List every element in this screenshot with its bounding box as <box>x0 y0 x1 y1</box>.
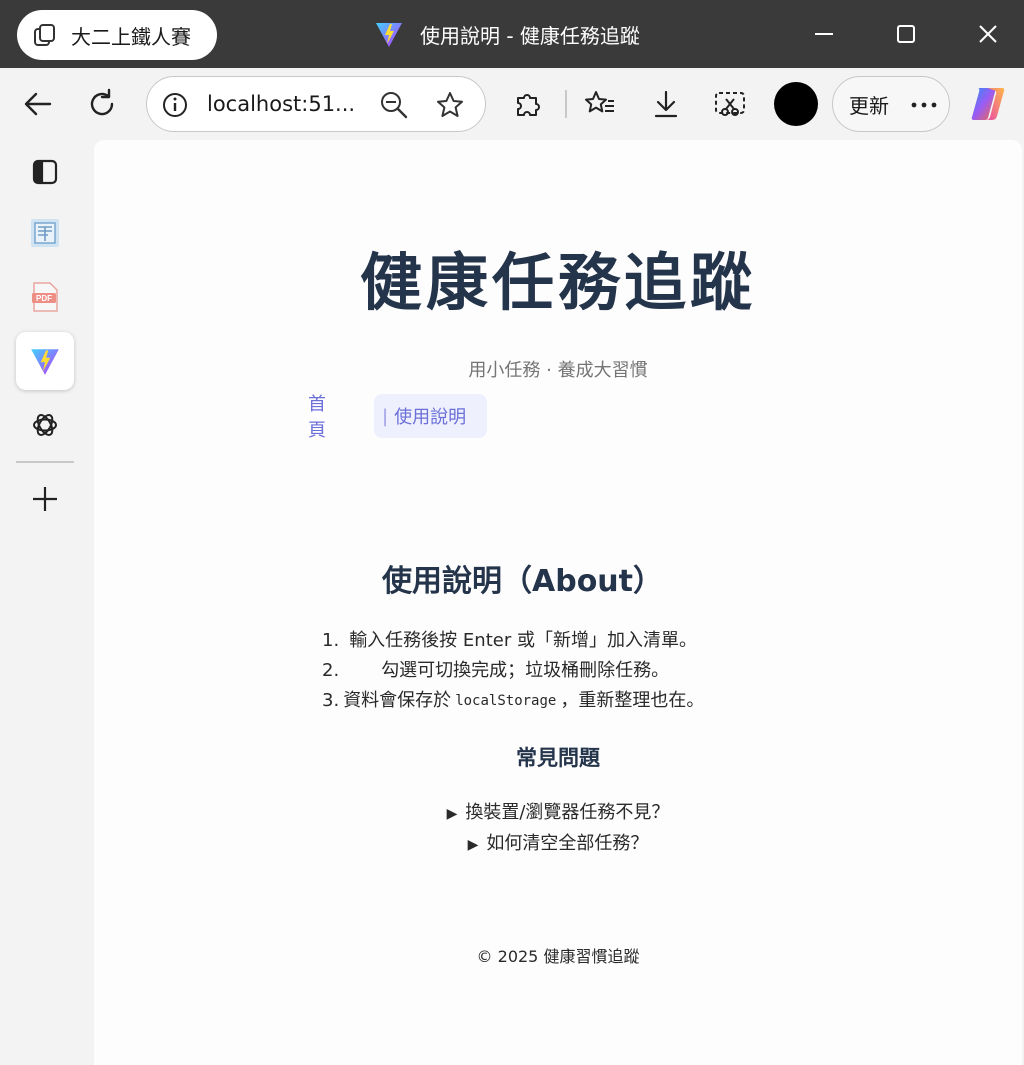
faq-item[interactable]: ▶ 換裝置/瀏覽器任務不見？ <box>94 798 1022 829</box>
url-text[interactable]: localhost:51... <box>207 92 355 116</box>
faq-list: ▶ 換裝置/瀏覽器任務不見？ ▶ 如何清空全部任務？ <box>94 798 1022 860</box>
nav-separator: | <box>382 405 389 427</box>
nav-about-link[interactable]: | 使用說明 <box>374 394 487 438</box>
tab-title: 使用說明 - 健康任務追蹤 <box>420 23 640 48</box>
step-text: 勾選可切換完成；垃圾桶刪除任務。 <box>381 660 670 681</box>
faq-item[interactable]: ▶ 如何清空全部任務？ <box>94 829 1022 860</box>
copilot-icon[interactable] <box>968 82 1012 126</box>
refresh-icon <box>90 88 114 116</box>
close-icon <box>979 25 997 43</box>
download-icon <box>654 90 678 118</box>
zoom-out-icon[interactable] <box>379 90 409 120</box>
nav-about-label: 使用說明 <box>394 407 467 428</box>
list-item: 1. 輸入任務後按 Enter 或「新增」加入清單。 <box>322 626 704 656</box>
step-text: ，重新整理也在。 <box>560 690 705 711</box>
star-icon[interactable] <box>435 90 465 120</box>
minimize-button[interactable] <box>806 16 842 52</box>
document-app-icon <box>31 219 59 247</box>
site-subtitle: 用小任務 · 養成大習慣 <box>468 360 648 381</box>
faq-question: 換裝置/瀏覽器任務不見？ <box>465 802 670 823</box>
list-item: 2. 勾選可切換完成；垃圾桶刪除任務。 <box>322 656 704 686</box>
tab-actions-icon <box>34 24 55 46</box>
extensions-button[interactable] <box>508 84 548 124</box>
maximize-icon <box>897 25 915 43</box>
browser-toolbar: localhost:51... 更新 <box>0 68 1024 140</box>
account-avatar[interactable] <box>774 82 818 126</box>
title-bar: 大二上鐵人賽 使用說明 - 健康任務追蹤 <box>0 0 1024 68</box>
svg-text:PDF: PDF <box>36 294 52 303</box>
close-button[interactable] <box>970 16 1006 52</box>
sidebar-vite-app[interactable] <box>16 332 74 390</box>
extensions-icon <box>517 94 540 116</box>
sidebar-vertical-tabs[interactable] <box>16 143 74 201</box>
refresh-button[interactable] <box>82 84 122 124</box>
window-title: 使用說明 - 健康任務追蹤 <box>374 18 640 50</box>
sidebar-pdf[interactable]: PDF <box>16 268 74 326</box>
page-content: 健康任務追蹤 用小任務 · 養成大習慣 首頁 | 使用說明 使用說明（About… <box>94 140 1022 1065</box>
sidebar-divider <box>16 461 74 463</box>
address-bar[interactable]: localhost:51... <box>146 76 486 132</box>
step-number: 1. <box>322 630 340 651</box>
site-title: 健康任務追蹤 <box>359 246 756 319</box>
step-number: 3. <box>322 690 340 711</box>
step-text: 資料會保存於 <box>343 690 452 711</box>
code-snippet: localStorage <box>455 693 557 709</box>
step-number: 2. <box>322 660 340 681</box>
chatgpt-icon <box>33 414 57 436</box>
downloads-button[interactable] <box>646 84 686 124</box>
faq-heading: 常見問題 <box>516 746 600 770</box>
edge-sidebar: PDF <box>0 140 92 1065</box>
profile-button[interactable]: 大二上鐵人賽 <box>17 10 217 60</box>
maximize-button[interactable] <box>888 16 924 52</box>
step-text: 輸入任務後按 Enter 或「新增」加入清單。 <box>349 630 697 651</box>
list-item: 3. 資料會保存於 localStorage ，重新整理也在。 <box>322 686 704 716</box>
screenshot-button[interactable] <box>710 84 750 124</box>
minimize-icon <box>815 33 833 35</box>
favorites-icon <box>585 91 614 113</box>
faq-question: 如何清空全部任務？ <box>486 833 649 854</box>
info-icon[interactable] <box>161 91 189 119</box>
update-button[interactable]: 更新 <box>832 76 950 132</box>
add-icon <box>33 487 57 511</box>
sidebar-chatgpt[interactable] <box>16 396 74 454</box>
vertical-tabs-icon <box>32 159 58 185</box>
profile-name: 大二上鐵人賽 <box>71 24 191 49</box>
update-label: 更新 <box>849 93 889 118</box>
about-heading: 使用說明（About） <box>382 564 664 599</box>
disclosure-triangle-icon: ▶ <box>467 837 479 853</box>
toolbar-divider <box>565 90 567 118</box>
disclosure-triangle-icon: ▶ <box>446 806 458 822</box>
back-arrow-icon <box>24 92 52 116</box>
vite-app-icon <box>31 349 59 375</box>
sidebar-add[interactable] <box>16 470 74 528</box>
screenshot-icon <box>715 92 745 116</box>
favorites-button[interactable] <box>580 84 620 124</box>
footer: © 2025 健康習慣追蹤 <box>476 947 640 966</box>
instructions-list: 1. 輸入任務後按 Enter 或「新增」加入清單。 2. 勾選可切換完成；垃圾… <box>322 626 704 716</box>
back-button[interactable] <box>18 84 58 124</box>
nav-home-link[interactable]: 首頁 <box>300 394 334 441</box>
pdf-icon: PDF <box>32 282 58 312</box>
more-icon[interactable] <box>909 91 939 119</box>
vite-favicon-icon <box>376 23 402 47</box>
sidebar-document-app[interactable] <box>16 204 74 262</box>
